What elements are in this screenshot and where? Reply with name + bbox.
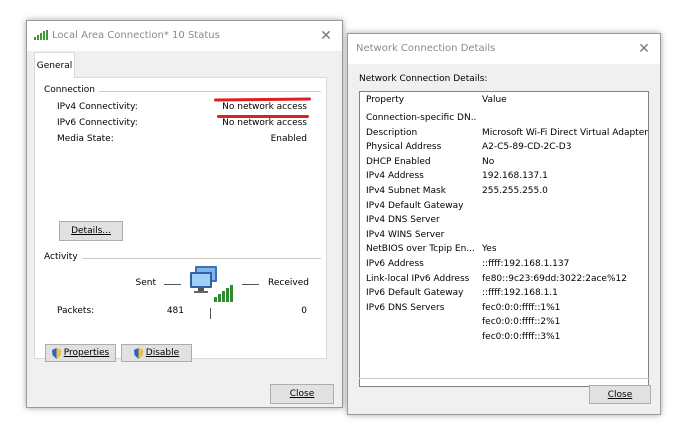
property-cell: IPv4 Subnet Mask: [366, 186, 446, 196]
network-signal-icon: [34, 30, 48, 40]
table-row[interactable]: DHCP Enabled No: [360, 157, 648, 172]
property-cell: IPv4 DNS Server: [366, 215, 440, 226]
connection-divider: [99, 91, 321, 92]
connection-heading: Connection: [44, 85, 95, 95]
close-icon[interactable]: ✕: [634, 39, 654, 59]
column-header-property[interactable]: Property: [366, 95, 476, 105]
property-cell: IPv6 DNS Servers: [366, 302, 445, 313]
property-cell: NetBIOS over Tcpip En...: [366, 244, 475, 255]
list-header: Property Value: [360, 95, 648, 110]
column-header-value[interactable]: Value: [482, 95, 507, 105]
value-cell: fe80::9c23:69dd:3022:2ace%12: [482, 273, 627, 284]
details-button[interactable]: Details...: [59, 221, 123, 241]
table-row[interactable]: Connection-specific DN...: [360, 113, 648, 128]
sent-line: [164, 284, 181, 285]
media-state-label: Media State:: [57, 134, 114, 144]
value-cell: fec0:0:0:ffff::1%1: [482, 302, 561, 313]
properties-button[interactable]: Properties: [45, 344, 116, 362]
network-computers-icon: [190, 264, 234, 304]
details-window: Network Connection Details ✕ Network Con…: [347, 33, 661, 415]
value-cell: Microsoft Wi-Fi Direct Virtual Adapter #…: [482, 127, 649, 138]
window-title: Network Connection Details: [356, 43, 496, 54]
property-cell: IPv4 Default Gateway: [366, 200, 464, 211]
window-title: Local Area Connection* 10 Status: [52, 30, 220, 41]
sent-label: Sent: [135, 278, 156, 288]
table-row[interactable]: fec0:0:0:ffff::3%1: [360, 332, 648, 347]
table-row[interactable]: IPv4 WINS Server: [360, 230, 648, 245]
received-label: Received: [268, 278, 309, 288]
property-cell: IPv6 Default Gateway: [366, 288, 464, 299]
value-cell: No: [482, 156, 495, 167]
details-list[interactable]: Property Value Connection-specific DN...…: [359, 91, 649, 387]
value-cell: A2-C5-89-CD-2C-D3: [482, 142, 572, 153]
value-cell: 192.168.137.1: [482, 171, 548, 182]
ipv6-connectivity-value: No network access: [222, 118, 307, 128]
table-row[interactable]: Description Microsoft Wi-Fi Direct Virtua…: [360, 128, 648, 143]
close-button[interactable]: Close: [589, 385, 651, 404]
activity-heading: Activity: [44, 252, 78, 262]
table-row[interactable]: IPv4 Subnet Mask 255.255.255.0: [360, 186, 648, 201]
media-state-value: Enabled: [270, 134, 307, 144]
table-row[interactable]: IPv6 Address::ffff:192.168.1.137: [360, 259, 648, 274]
value-cell: ::ffff:192.168.1.137: [482, 259, 570, 269]
close-button[interactable]: Close: [270, 384, 334, 404]
table-row[interactable]: IPv6 Default Gateway::ffff:192.168.1.1: [360, 288, 648, 303]
bottom-divider: [359, 378, 650, 379]
value-cell: fec0:0:0:ffff::3%1: [482, 332, 561, 342]
disable-button[interactable]: Disable: [121, 344, 192, 362]
value-cell: 255.255.255.0: [482, 186, 548, 196]
table-row[interactable]: IPv4 Address 192.168.137.1: [360, 171, 648, 186]
table-row[interactable]: fec0:0:0:ffff::2%1: [360, 317, 648, 332]
ipv6-connectivity-label: IPv6 Connectivity:: [57, 118, 138, 128]
details-titlebar[interactable]: Network Connection Details ✕: [348, 34, 660, 64]
status-titlebar[interactable]: Local Area Connection* 10 Status ✕: [27, 21, 342, 51]
properties-label: Properties: [63, 348, 110, 358]
activity-divider: [82, 258, 321, 259]
property-cell: IPv4 Address: [366, 171, 424, 182]
table-row[interactable]: IPv4 Default Gateway: [360, 201, 648, 216]
property-cell: IPv6 Address: [366, 259, 424, 269]
property-cell: Connection-specific DN...: [366, 113, 476, 123]
close-icon[interactable]: ✕: [316, 26, 336, 46]
disable-label: Disable: [145, 348, 180, 358]
property-cell: IPv4 WINS Server: [366, 229, 445, 240]
status-window: Local Area Connection* 10 Status ✕ Gener…: [26, 20, 343, 408]
tab-general[interactable]: General: [34, 52, 75, 78]
value-cell: ::ffff:192.168.1.1: [482, 288, 558, 299]
property-cell: Physical Address: [366, 142, 442, 153]
ipv4-connectivity-label: IPv4 Connectivity:: [57, 102, 138, 112]
received-line: [242, 284, 259, 285]
packets-received-value: 0: [301, 306, 307, 316]
packets-label: Packets:: [57, 306, 95, 316]
table-row[interactable]: IPv6 DNS Servers fec0:0:0:ffff::1%1: [360, 303, 648, 318]
table-row[interactable]: Physical Address A2-C5-89-CD-2C-D3: [360, 142, 648, 157]
shield-icon: [133, 347, 143, 359]
ipv4-connectivity-value: No network access: [222, 102, 307, 112]
packets-divider: [210, 308, 211, 319]
table-row[interactable]: IPv4 DNS Server: [360, 215, 648, 230]
property-cell: DHCP Enabled: [366, 156, 431, 167]
property-cell: Description: [366, 127, 418, 138]
packets-sent-value: 481: [166, 306, 184, 316]
details-caption: Network Connection Details:: [359, 74, 488, 84]
value-cell: Yes: [482, 244, 497, 255]
value-cell: fec0:0:0:ffff::2%1: [482, 317, 561, 328]
table-row[interactable]: NetBIOS over Tcpip En... Yes: [360, 244, 648, 259]
table-row[interactable]: Link-local IPv6 Address fe80::9c23:69dd:3…: [360, 274, 648, 289]
property-cell: Link-local IPv6 Address: [366, 273, 470, 284]
shield-icon: [51, 347, 61, 359]
